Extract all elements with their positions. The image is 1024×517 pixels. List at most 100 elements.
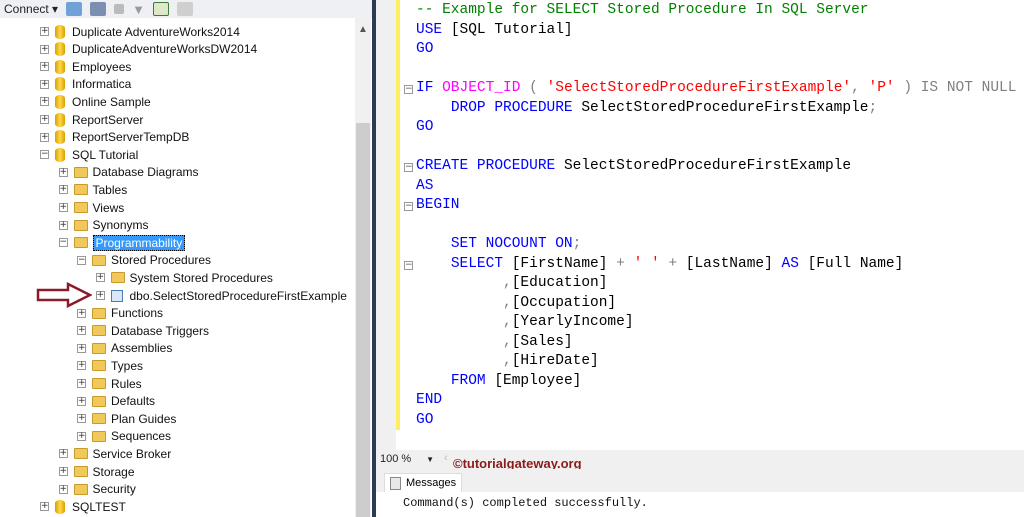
code-token: [HireDate]: [511, 353, 599, 369]
tree-node[interactable]: + Service Broker: [58, 445, 171, 462]
stored-procedure-icon: [110, 289, 123, 302]
expand-icon[interactable]: +: [58, 185, 68, 195]
collapse-icon[interactable]: −: [40, 150, 49, 160]
code-token: AS: [781, 255, 808, 272]
tree-node[interactable]: + Database Triggers: [77, 322, 209, 339]
tree-node-label: Synonyms: [92, 218, 149, 233]
scroll-left-icon[interactable]: ‹: [444, 452, 448, 464]
activity-monitor-icon[interactable]: [176, 2, 193, 16]
collapse-region-icon[interactable]: −: [404, 260, 413, 270]
expand-icon[interactable]: +: [40, 115, 49, 124]
collapse-icon[interactable]: −: [58, 238, 68, 248]
expand-icon[interactable]: +: [77, 361, 86, 371]
code-token: GO: [416, 41, 434, 57]
expand-icon[interactable]: +: [40, 502, 49, 512]
code-line: CREATE PROCEDURE SelectStoredProcedureFi…: [416, 157, 851, 177]
expand-icon[interactable]: +: [58, 220, 68, 230]
tree-node[interactable]: + Duplicate AdventureWorks2014: [40, 23, 240, 40]
tree-node[interactable]: + Security: [58, 481, 136, 498]
tree-scrollbar[interactable]: ▲: [355, 18, 371, 517]
code-token: ,: [503, 333, 512, 350]
tree-node[interactable]: − Stored Procedures: [77, 252, 211, 269]
tree-node[interactable]: + Tables: [58, 181, 127, 198]
code-line: -- Example for SELECT Stored Procedure I…: [416, 1, 868, 21]
folder-icon: [92, 307, 106, 319]
collapse-icon[interactable]: −: [77, 255, 86, 265]
tree-node[interactable]: + Online Sample: [40, 93, 151, 110]
code-token: SET NOCOUNT ON: [450, 236, 573, 252]
expand-icon[interactable]: +: [95, 291, 105, 300]
query-editor[interactable]: -- Example for SELECT Stored Procedure I…: [376, 0, 1024, 450]
filter-icon[interactable]: ▼: [132, 2, 145, 17]
expand-icon[interactable]: +: [77, 326, 86, 336]
code-line: ,[Sales]: [416, 333, 573, 353]
expand-icon[interactable]: +: [58, 203, 68, 212]
tree-node[interactable]: + ReportServerTempDB: [40, 129, 189, 146]
expand-icon[interactable]: +: [58, 484, 68, 494]
database-icon: [55, 112, 65, 127]
code-token: ;: [868, 99, 878, 116]
tree-node[interactable]: + Synonyms: [58, 217, 149, 234]
expand-icon[interactable]: +: [58, 449, 68, 459]
collapse-region-icon[interactable]: −: [404, 202, 413, 211]
expand-icon[interactable]: +: [77, 414, 86, 424]
tree-node-label: Functions: [111, 306, 164, 321]
code-token: BEGIN: [416, 197, 460, 213]
tree-node[interactable]: + ReportServer: [40, 111, 143, 128]
tree-node[interactable]: + Employees: [40, 58, 131, 75]
tree-node[interactable]: + Assemblies: [77, 340, 172, 357]
tree-node[interactable]: + Database Diagrams: [58, 164, 199, 181]
expand-icon[interactable]: +: [77, 396, 86, 406]
expand-icon[interactable]: +: [58, 167, 68, 177]
collapse-region-icon[interactable]: −: [404, 85, 413, 94]
expand-icon[interactable]: +: [77, 431, 86, 441]
expand-icon[interactable]: +: [40, 27, 49, 36]
database-icon: [55, 77, 65, 92]
tab-messages[interactable]: Messages: [384, 473, 462, 492]
expand-icon[interactable]: +: [95, 273, 105, 283]
folder-icon: [92, 342, 106, 354]
tree-node[interactable]: − Programmability: [58, 234, 186, 251]
expand-icon[interactable]: +: [40, 44, 49, 54]
expand-icon[interactable]: +: [58, 467, 68, 476]
scrollbar-thumb[interactable]: [356, 123, 370, 517]
tree-node[interactable]: + Views: [58, 199, 124, 216]
tree-node[interactable]: + Defaults: [77, 393, 155, 410]
tree-node[interactable]: + Sequences: [77, 428, 171, 445]
refresh-icon[interactable]: [152, 2, 169, 16]
expand-icon[interactable]: +: [77, 308, 86, 318]
tree-node[interactable]: + Storage: [58, 463, 135, 480]
database-icon: [55, 24, 65, 39]
expand-icon[interactable]: +: [77, 379, 86, 388]
tree-node[interactable]: + System Stored Procedures: [95, 269, 273, 286]
expand-icon[interactable]: +: [40, 132, 49, 142]
expand-icon[interactable]: +: [40, 79, 49, 89]
tree-node[interactable]: + DuplicateAdventureWorksDW2014: [40, 41, 257, 58]
tree-node[interactable]: + Types: [77, 357, 143, 374]
database-icon: [55, 130, 65, 145]
tree-node[interactable]: + Rules: [77, 375, 142, 392]
zoom-bar: 100 % ▼ ‹ ©tutorialgateway.org: [376, 450, 1024, 471]
expand-icon[interactable]: +: [40, 62, 49, 72]
connect-object-explorer-icon[interactable]: [66, 2, 83, 16]
code-line: END: [416, 391, 442, 411]
code-token: USE: [416, 21, 451, 38]
connect-button[interactable]: Connect ▾: [4, 2, 58, 16]
tree-node[interactable]: + Informatica: [40, 76, 131, 93]
arrow-annotation-icon: [36, 282, 92, 308]
tree-node[interactable]: − SQL Tutorial: [40, 146, 138, 163]
zoom-select[interactable]: 100 % ▼: [380, 453, 438, 467]
scroll-up-icon[interactable]: ▲: [358, 24, 368, 35]
tree-node[interactable]: + SQLTEST: [40, 498, 126, 515]
expand-icon[interactable]: +: [77, 343, 86, 353]
code-token: ,: [851, 80, 869, 96]
collapse-region-icon[interactable]: −: [404, 163, 413, 172]
tree-node[interactable]: + Plan Guides: [77, 410, 176, 427]
expand-icon[interactable]: +: [40, 97, 49, 107]
stop-icon[interactable]: [114, 4, 125, 14]
tree-node[interactable]: + dbo.SelectStoredProcedureFirstExample: [95, 287, 347, 304]
code-token: SelectStoredProcedureFirstExample: [581, 99, 869, 116]
disconnect-icon[interactable]: [90, 2, 107, 16]
code-token: [LastName]: [685, 255, 782, 272]
